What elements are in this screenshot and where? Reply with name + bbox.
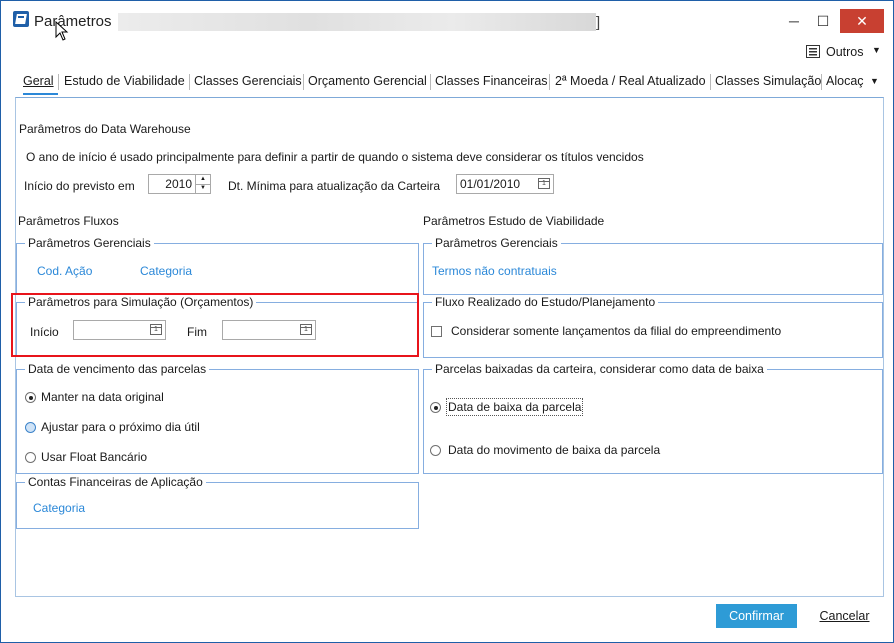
spinner-down-icon[interactable]: ▼ <box>195 184 210 193</box>
title-bar: Parâmetros ] ─ ☐ ✕ <box>1 1 893 41</box>
parcelas-baixadas-group: Parcelas baixadas da carteira, considera… <box>423 362 883 474</box>
parametros-dialog: Parâmetros ] ─ ☐ ✕ Outros ▼ Geral Estudo… <box>0 0 894 643</box>
tab-scroll-arrow-icon[interactable]: ▼ <box>870 70 879 92</box>
tab-alocacao[interactable]: Alocaç <box>826 70 864 92</box>
tab-segunda-moeda[interactable]: 2ª Moeda / Real Atualizado <box>555 70 706 92</box>
chevron-down-icon: ▼ <box>872 45 881 55</box>
group-title: Fluxo Realizado do Estudo/Planejamento <box>432 295 659 309</box>
inicio-previsto-label: Início do previsto em <box>24 179 135 193</box>
outros-label: Outros <box>826 45 864 59</box>
tab-separator <box>430 74 431 90</box>
cancelar-button[interactable]: Cancelar <box>807 604 882 628</box>
manter-data-radio[interactable] <box>25 392 36 403</box>
tab-estudo-viabilidade[interactable]: Estudo de Viabilidade <box>64 70 185 92</box>
tab-geral[interactable]: Geral <box>23 70 54 92</box>
cod-acao-link[interactable]: Cod. Ação <box>37 264 92 278</box>
dt-minima-field[interactable]: 01/01/2010 1 <box>456 174 554 194</box>
group-title: Parcelas baixadas da carteira, considera… <box>432 362 767 376</box>
tab-separator <box>549 74 550 90</box>
group-title: Data de vencimento das parcelas <box>25 362 210 376</box>
filial-checkbox[interactable] <box>431 326 442 337</box>
viabilidade-section-title: Parâmetros Estudo de Viabilidade <box>423 214 605 228</box>
tab-active-underline <box>23 93 58 95</box>
mouse-cursor-icon <box>55 21 69 41</box>
categoria-link[interactable]: Categoria <box>140 264 192 278</box>
dw-description: O ano de início é usado principalmente p… <box>26 150 644 164</box>
fluxos-section-title: Parâmetros Fluxos <box>18 214 119 228</box>
tab-separator <box>710 74 711 90</box>
tab-classes-gerenciais[interactable]: Classes Gerenciais <box>194 70 302 92</box>
tab-separator <box>58 74 59 90</box>
ajustar-dia-util-label: Ajustar para o próximo dia útil <box>41 420 200 434</box>
ajustar-dia-util-radio[interactable] <box>25 422 36 433</box>
minimize-button[interactable]: ─ <box>781 9 807 33</box>
dt-minima-label: Dt. Mínima para atualização da Carteira <box>228 179 441 193</box>
app-icon <box>13 11 29 27</box>
tab-classes-simulacao[interactable]: Classes Simulação <box>715 70 821 92</box>
inicio-previsto-value: 2010 <box>165 177 192 191</box>
data-movimento-radio[interactable] <box>430 445 441 456</box>
tab-orcamento-gerencial[interactable]: Orçamento Gerencial <box>308 70 427 92</box>
list-icon <box>806 45 820 58</box>
float-bancario-label: Usar Float Bancário <box>41 450 148 464</box>
float-bancario-radio[interactable] <box>25 452 36 463</box>
tab-separator <box>303 74 304 90</box>
dw-section-title: Parâmetros do Data Warehouse <box>19 122 191 136</box>
confirmar-button[interactable]: Confirmar <box>716 604 797 628</box>
dt-minima-value: 01/01/2010 <box>460 177 521 191</box>
window-title-suffix: ] <box>596 14 601 31</box>
fluxos-gerenciais-group: Parâmetros Gerenciais Cod. Ação Categori… <box>16 236 419 295</box>
calendar-icon[interactable]: 1 <box>538 178 550 189</box>
window-title-blurred <box>118 13 596 31</box>
data-baixa-label: Data de baixa da parcela <box>445 398 584 416</box>
inicio-previsto-spinner[interactable]: 2010 ▲ ▼ <box>148 174 211 194</box>
contas-financeiras-group: Contas Financeiras de Aplicação Categori… <box>16 475 419 529</box>
tab-classes-financeiras[interactable]: Classes Financeiras <box>435 70 548 92</box>
group-title: Contas Financeiras de Aplicação <box>25 475 206 489</box>
highlight-rectangle <box>11 293 419 357</box>
close-button[interactable]: ✕ <box>840 9 884 33</box>
group-title: Parâmetros Gerenciais <box>432 236 561 250</box>
tab-separator <box>189 74 190 90</box>
tab-separator <box>821 74 822 90</box>
maximize-button[interactable]: ☐ <box>810 9 836 33</box>
window-title: Parâmetros <box>34 13 112 30</box>
fluxo-realizado-group: Fluxo Realizado do Estudo/Planejamento C… <box>423 295 883 358</box>
manter-data-label: Manter na data original <box>41 390 164 404</box>
termos-nao-contratuais-link[interactable]: Termos não contratuais <box>432 264 557 278</box>
data-baixa-radio[interactable] <box>430 402 441 413</box>
tab-bar: Geral Estudo de Viabilidade Classes Gere… <box>15 70 885 94</box>
vencimento-group: Data de vencimento das parcelas Manter n… <box>16 362 419 474</box>
data-movimento-label: Data do movimento de baixa da parcela <box>448 443 661 457</box>
contas-categoria-link[interactable]: Categoria <box>33 501 85 515</box>
filial-checkbox-label: Considerar somente lançamentos da filial… <box>451 324 782 338</box>
viabilidade-gerenciais-group: Parâmetros Gerenciais Termos não contrat… <box>423 236 883 295</box>
group-title: Parâmetros Gerenciais <box>25 236 154 250</box>
